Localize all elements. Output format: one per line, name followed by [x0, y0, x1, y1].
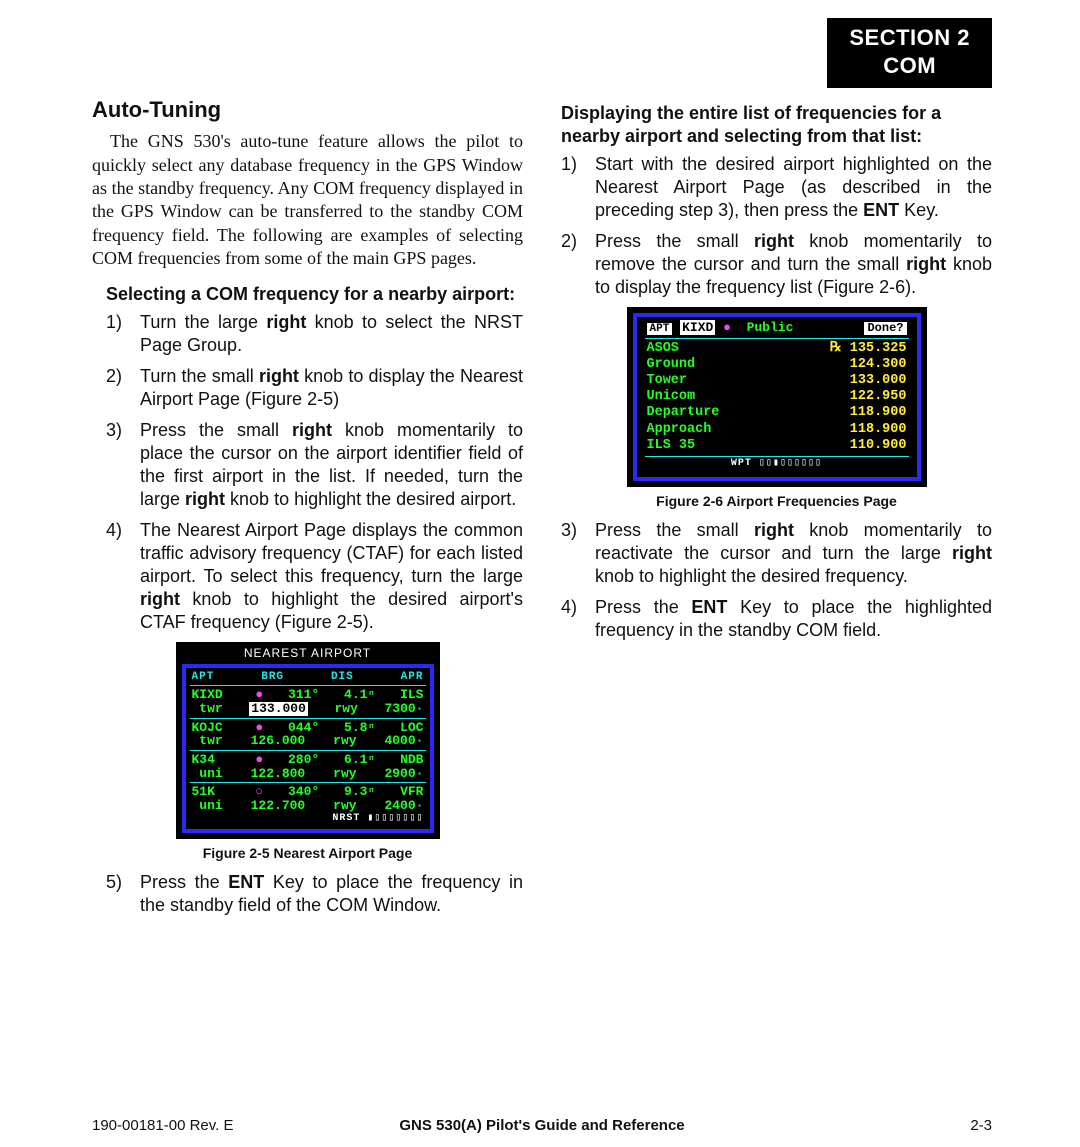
procedure-steps-1: 1) Turn the large right knob to select th… — [106, 311, 523, 634]
step: 2)Press the small right knob momentarily… — [561, 230, 992, 299]
procedure-heading-2: Displaying the entire list of frequencie… — [561, 102, 992, 147]
airport-symbol-icon: ● — [723, 320, 731, 335]
freq-row: Unicom122.950 — [647, 389, 907, 405]
step: 3)Press the small right knob momentarily… — [561, 519, 992, 588]
freq-row: Tower133.000 — [647, 373, 907, 389]
step: 4)The Nearest Airport Page displays the … — [106, 519, 523, 634]
step-number: 3) — [561, 519, 583, 588]
step-text: The Nearest Airport Page displays the co… — [140, 519, 523, 634]
right-column: Displaying the entire list of frequencie… — [561, 96, 992, 1087]
step-number: 4) — [561, 596, 583, 642]
frequency-rows: ASOS℞ 135.325Ground124.300Tower133.000Un… — [647, 341, 907, 454]
section-number: SECTION 2 — [849, 24, 970, 52]
step: 1) Turn the large right knob to select th… — [106, 311, 523, 357]
gps-screen-nearest-airport: NEAREST AIRPORT APTBRGDISAPRKIXD ● 311° … — [176, 642, 440, 839]
step: 3)Press the small right knob momentarily… — [106, 419, 523, 511]
figure-caption-1: Figure 2-5 Nearest Airport Page — [92, 845, 523, 863]
page-group-indicator: WPT ▯▯▮▯▯▯▯▯▯ — [647, 459, 907, 470]
screen-header: APT KIXD ● Public Done? — [647, 321, 907, 336]
step-number: 4) — [106, 519, 128, 634]
step-text: Turn the large right knob to select the … — [140, 311, 523, 357]
step-text: Press the ENT Key to place the frequency… — [140, 871, 523, 917]
step: 1)Start with the desired airport highlig… — [561, 153, 992, 222]
apt-label: APT — [647, 323, 673, 335]
freq-row: Ground124.300 — [647, 357, 907, 373]
procedure-heading-1: Selecting a COM frequency for a nearby a… — [106, 283, 523, 306]
figure-2-6: APT KIXD ● Public Done? ASOS℞ 135.325Gro… — [561, 307, 992, 511]
intro-paragraph: The GNS 530's auto-tune feature allows t… — [92, 130, 523, 270]
freq-row: ASOS℞ 135.325 — [647, 341, 907, 357]
step-text: Turn the small right knob to display the… — [140, 365, 523, 411]
procedure-steps-2a: 1)Start with the desired airport highlig… — [561, 153, 992, 299]
airport-ident: KIXD — [680, 320, 715, 335]
screen-title: NEAREST AIRPORT — [182, 646, 434, 661]
done-button[interactable]: Done? — [864, 322, 906, 335]
page-title: Auto-Tuning — [92, 96, 523, 124]
figure-2-5: NEAREST AIRPORT APTBRGDISAPRKIXD ● 311° … — [92, 642, 523, 862]
freq-row: Approach118.900 — [647, 422, 907, 438]
page-number: 2-3 — [970, 1116, 992, 1135]
procedure-steps-1b: 5) Press the ENT Key to place the frequen… — [106, 871, 523, 917]
step-text: Press the small right knob momentarily t… — [595, 519, 992, 588]
step: 5) Press the ENT Key to place the frequen… — [106, 871, 523, 917]
step-text: Start with the desired airport highlight… — [595, 153, 992, 222]
page-footer: 190-00181-00 Rev. E GNS 530(A) Pilot's G… — [92, 1116, 992, 1135]
step-text: Press the ENT Key to place the highlight… — [595, 596, 992, 642]
step-number: 2) — [561, 230, 583, 299]
step-number: 2) — [106, 365, 128, 411]
section-title: COM — [849, 52, 970, 80]
step-text: Press the small right knob momentarily t… — [140, 419, 523, 511]
airport-type: Public — [747, 320, 794, 335]
left-column: Auto-Tuning The GNS 530's auto-tune feat… — [92, 96, 523, 1087]
freq-row: Departure118.900 — [647, 405, 907, 421]
doc-number: 190-00181-00 Rev. E — [92, 1116, 233, 1135]
freq-row: ILS 35110.900 — [647, 438, 907, 454]
step-number: 1) — [561, 153, 583, 222]
step: 2) Turn the small right knob to display t… — [106, 365, 523, 411]
step-number: 5) — [106, 871, 128, 917]
step-text: Press the small right knob momentarily t… — [595, 230, 992, 299]
screen-body: APT KIXD ● Public Done? ASOS℞ 135.325Gro… — [633, 313, 921, 481]
figure-caption-2: Figure 2-6 Airport Frequencies Page — [561, 493, 992, 511]
step-number: 3) — [106, 419, 128, 511]
gps-screen-airport-freq: APT KIXD ● Public Done? ASOS℞ 135.325Gro… — [627, 307, 927, 487]
screen-body: APTBRGDISAPRKIXD ● 311° 4.1ⁿ ILS twr 133… — [182, 664, 434, 833]
section-tab: SECTION 2 COM — [827, 18, 992, 88]
procedure-steps-2b: 3)Press the small right knob momentarily… — [561, 519, 992, 642]
step-number: 1) — [106, 311, 128, 357]
step: 4) Press the ENT Key to place the highlig… — [561, 596, 992, 642]
